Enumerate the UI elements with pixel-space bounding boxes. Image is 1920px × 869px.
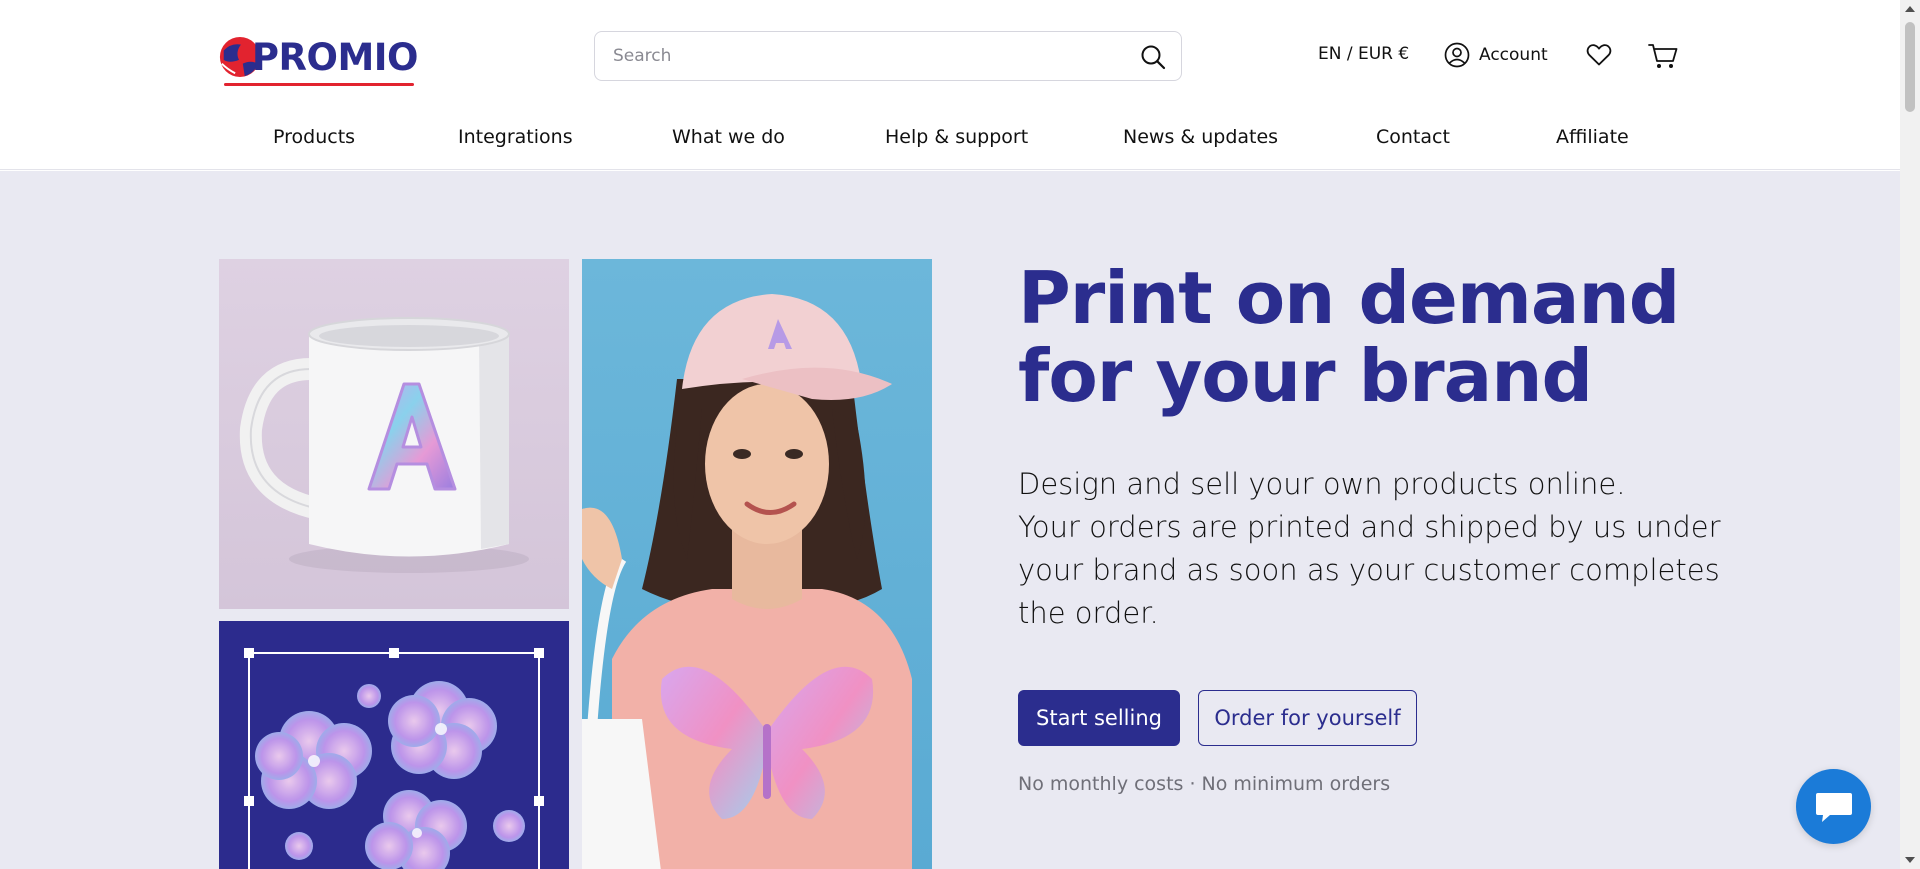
search-input[interactable] (613, 32, 1113, 80)
hero-title: Print on demand for your brand (1018, 256, 1680, 418)
scroll-up-arrow-icon[interactable] (1905, 6, 1915, 12)
page-scrollbar[interactable] (1900, 0, 1920, 869)
scrollbar-thumb[interactable] (1905, 22, 1915, 112)
hero-title-line-1: Print on demand (1018, 256, 1680, 340)
nav-item-contact[interactable]: Contact (1376, 126, 1450, 148)
logo-underline (224, 83, 414, 86)
flower-design-illustration (244, 648, 544, 869)
nav-item-news-updates[interactable]: News & updates (1123, 126, 1278, 148)
user-icon (1444, 42, 1470, 68)
hero-description: Design and sell your own products online… (1018, 463, 1721, 635)
cart-icon[interactable] (1648, 42, 1678, 70)
logo-wordmark: PROMIO (251, 35, 419, 79)
nav-item-what-we-do[interactable]: What we do (672, 126, 785, 148)
hero-title-line-2: for your brand (1018, 334, 1593, 418)
nav-item-affiliate[interactable]: Affiliate (1556, 126, 1629, 148)
hero-description-line-4: the order. (1018, 596, 1159, 630)
language-currency-selector[interactable]: EN / EUR € (1318, 44, 1409, 64)
hero-features: No monthly costs · No minimum orders (1018, 773, 1390, 795)
hero-section: Print on demand for your brand Design an… (0, 171, 1900, 869)
feature-no-monthly-costs: No monthly costs (1018, 773, 1184, 795)
flower-design-image (219, 621, 569, 869)
nav-item-help-support[interactable]: Help & support (885, 126, 1028, 148)
hero-description-line-2: Your orders are printed and shipped by u… (1018, 510, 1721, 544)
chat-button[interactable] (1796, 769, 1871, 844)
feature-separator: · (1189, 773, 1196, 795)
mug-product-image (219, 259, 569, 609)
hero-description-line-1: Design and sell your own products online… (1018, 467, 1626, 501)
hero-description-line-3: your brand as soon as your customer comp… (1018, 553, 1720, 587)
promio-logo[interactable]: PROMIO (218, 32, 419, 86)
main-navigation: Products Integrations What we do Help & … (0, 126, 1900, 156)
nav-item-products[interactable]: Products (273, 126, 355, 148)
account-label: Account (1479, 45, 1548, 65)
nav-item-integrations[interactable]: Integrations (458, 126, 573, 148)
feature-no-minimum-orders: No minimum orders (1201, 773, 1391, 795)
search-bar (594, 31, 1182, 81)
account-link[interactable]: Account (1444, 42, 1548, 68)
chat-bubble-icon (1815, 792, 1852, 822)
model-photo-image (582, 259, 932, 869)
order-for-yourself-button[interactable]: Order for yourself (1198, 690, 1417, 746)
site-header: PROMIO EN / EUR € Account Products Integ… (0, 0, 1900, 170)
search-icon[interactable] (1139, 43, 1167, 71)
model-with-cap-tshirt-illustration (582, 294, 912, 869)
mug-illustration (239, 317, 529, 573)
heart-icon[interactable] (1586, 43, 1612, 67)
start-selling-button[interactable]: Start selling (1018, 690, 1180, 746)
scroll-down-arrow-icon[interactable] (1905, 857, 1915, 863)
